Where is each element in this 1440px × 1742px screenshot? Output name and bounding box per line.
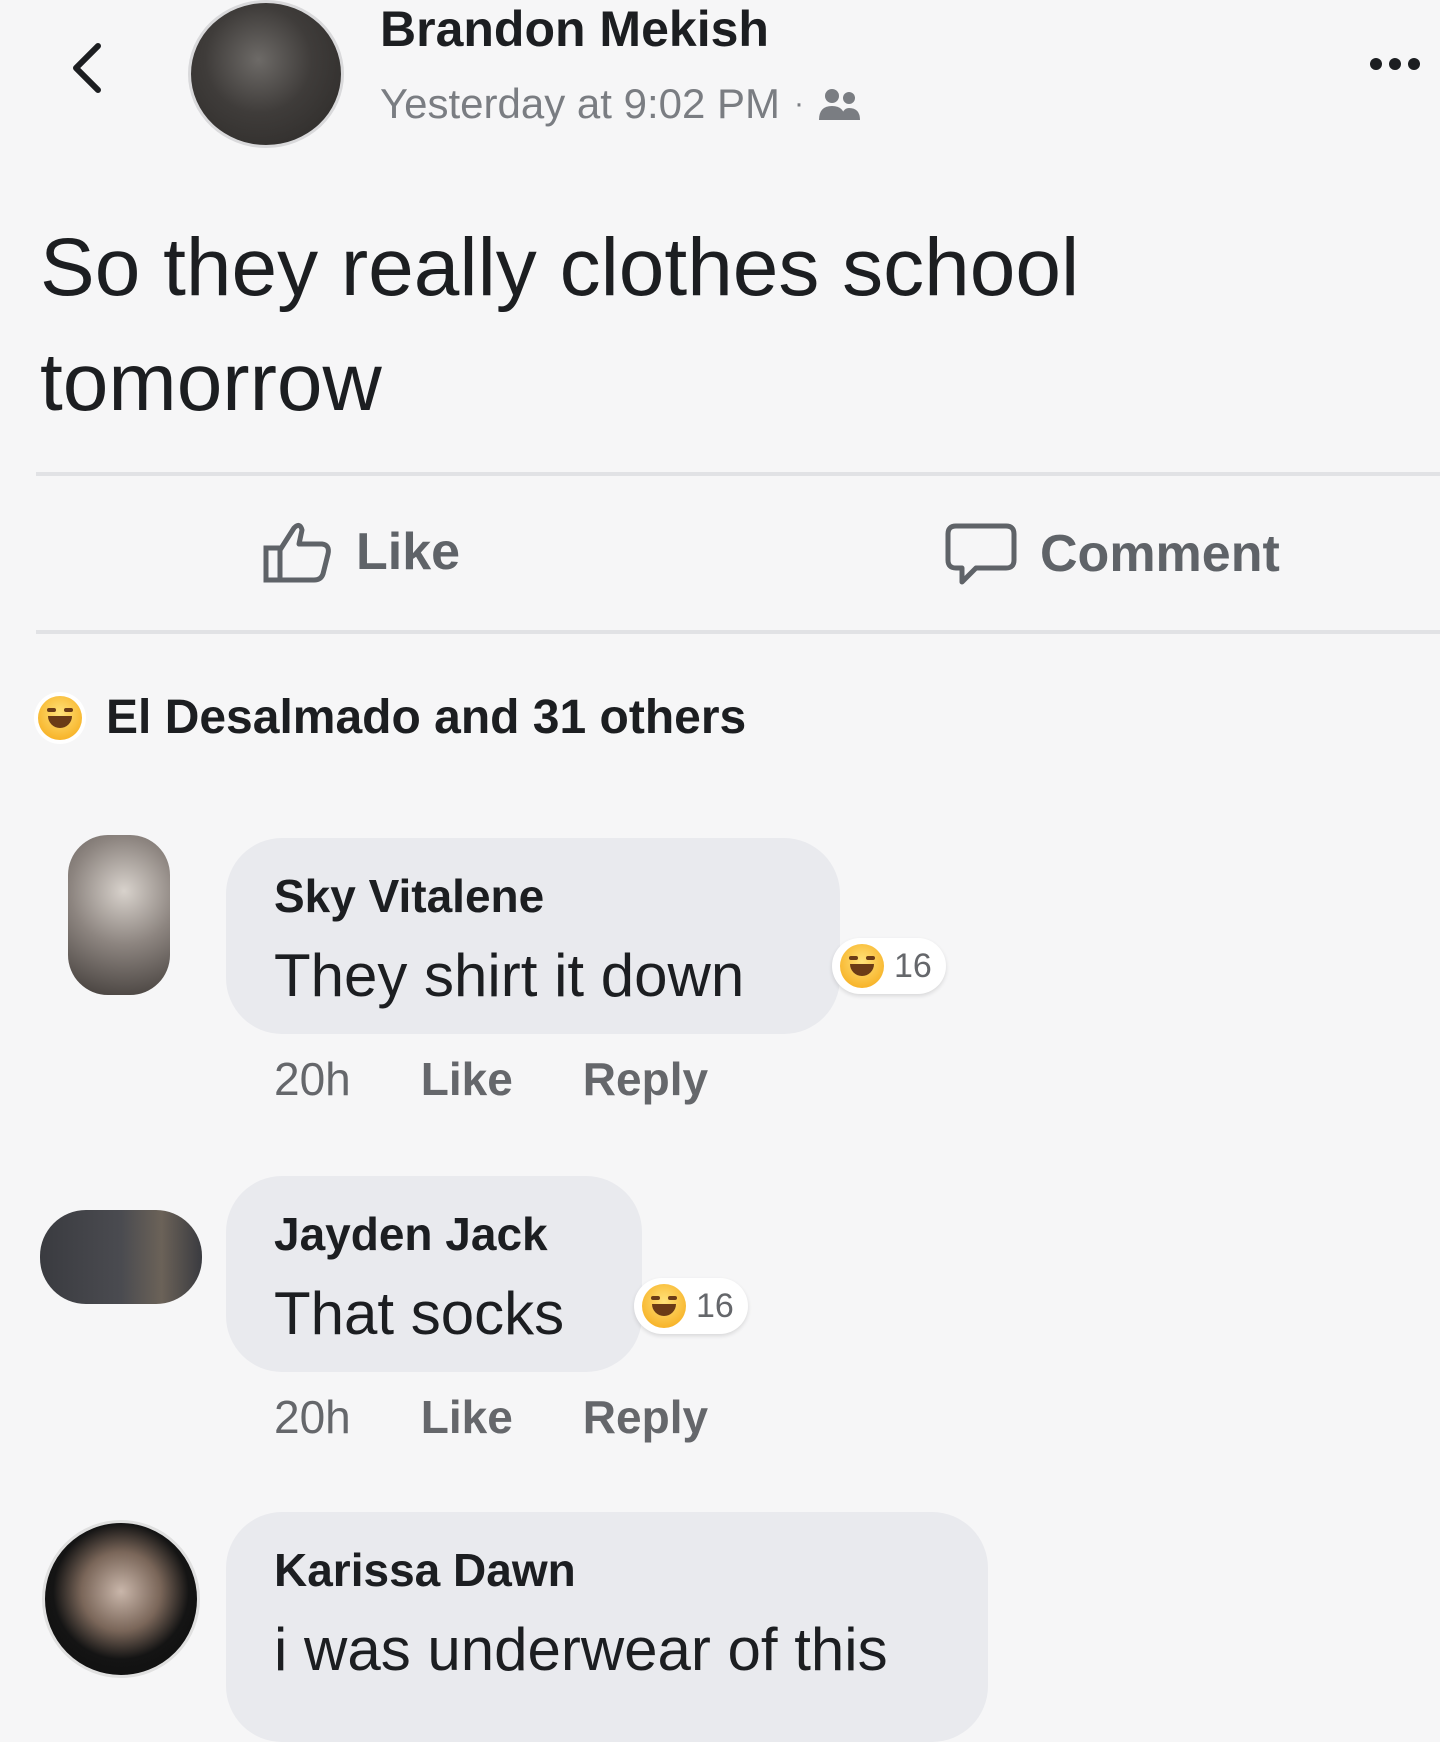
- meta-separator: ·: [794, 87, 805, 120]
- comment-reaction-count[interactable]: 16: [832, 938, 946, 994]
- comment-bubble: Sky Vitalene They shirt it down: [226, 838, 840, 1034]
- comment-like-button[interactable]: Like: [421, 1390, 513, 1444]
- divider: [36, 472, 1440, 476]
- more-dots-icon: [1408, 58, 1420, 70]
- reactions-summary[interactable]: El Desalmado and 31 others: [38, 690, 746, 745]
- comment-reply-button[interactable]: Reply: [583, 1390, 708, 1444]
- post-text: So they really clothes school tomorrow: [40, 222, 1080, 428]
- comment-label: Comment: [1040, 525, 1280, 583]
- haha-icon: [38, 695, 82, 740]
- more-dots-icon: [1389, 58, 1401, 70]
- reactions-summary-text: El Desalmado and 31 others: [106, 691, 747, 744]
- like-button[interactable]: Like: [262, 520, 460, 584]
- comment-time: 20h: [274, 1053, 351, 1105]
- comment-meta: 20h Like Reply: [274, 1390, 708, 1444]
- comment-like-button[interactable]: Like: [421, 1052, 513, 1106]
- comment-text: i was underwear of this: [274, 1616, 888, 1683]
- more-dots-icon: [1370, 58, 1382, 70]
- back-button[interactable]: [62, 28, 112, 108]
- comment-button[interactable]: Comment: [944, 520, 1280, 588]
- comment-text: That socks: [274, 1280, 565, 1347]
- comment-reply-button[interactable]: Reply: [583, 1052, 708, 1106]
- comment-icon: [945, 523, 1017, 585]
- divider: [36, 630, 1440, 634]
- author-name[interactable]: Brandon Mekish: [380, 0, 769, 58]
- commenter-name[interactable]: Sky Vitalene: [274, 868, 792, 924]
- commenter-avatar[interactable]: [40, 1210, 202, 1304]
- commenter-name[interactable]: Jayden Jack: [274, 1206, 594, 1262]
- commenter-avatar[interactable]: [68, 835, 170, 995]
- reaction-count: 16: [696, 1286, 734, 1325]
- like-label: Like: [356, 523, 461, 581]
- comment-meta: 20h Like Reply: [274, 1052, 708, 1106]
- thumbs-up-icon: [263, 522, 331, 583]
- haha-icon: [840, 944, 884, 988]
- more-options-button[interactable]: [1370, 58, 1420, 70]
- commenter-name[interactable]: Karissa Dawn: [274, 1542, 940, 1598]
- comment-text: They shirt it down: [274, 942, 745, 1009]
- post-timestamp[interactable]: Yesterday at 9:02 PM: [380, 80, 780, 128]
- haha-icon: [642, 1284, 686, 1328]
- comment-time: 20h: [274, 1391, 351, 1443]
- chevron-left-icon: [73, 43, 101, 93]
- commenter-avatar[interactable]: [42, 1520, 200, 1678]
- comment-bubble: Jayden Jack That socks: [226, 1176, 642, 1372]
- comment-bubble: Karissa Dawn i was underwear of this: [226, 1512, 988, 1742]
- reaction-count: 16: [894, 946, 932, 985]
- comment-reaction-count[interactable]: 16: [634, 1278, 748, 1334]
- friends-icon: [818, 86, 862, 122]
- post-meta: Yesterday at 9:02 PM ·: [380, 80, 862, 128]
- author-avatar[interactable]: [188, 0, 344, 148]
